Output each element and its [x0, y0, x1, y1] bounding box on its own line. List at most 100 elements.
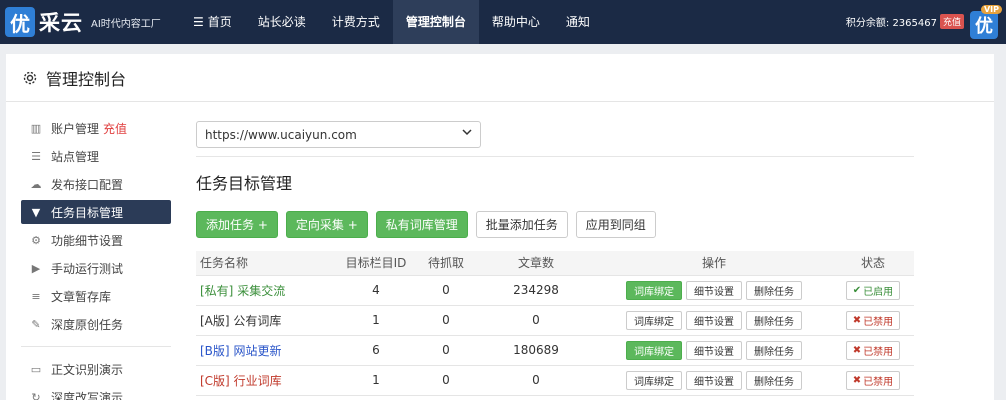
nav-item-0[interactable]: ☰ 首页	[180, 0, 245, 44]
sidebar-divider	[21, 346, 171, 347]
top-navbar: 优 采云 AI时代内容工厂 ☰ 首页 站长必读 计费方式 管理控制台 帮助中心 通知 积分余…	[0, 0, 1006, 44]
nav-label: 帮助中心	[491, 15, 540, 29]
close-icon: ✖	[852, 344, 862, 356]
sidebar-item-5[interactable]: ▶ 手动运行测试	[21, 256, 171, 280]
database-icon: ≡	[31, 289, 41, 303]
private-lexicon-button[interactable]: 私有词库管理	[375, 211, 468, 238]
apply-group-button[interactable]: 应用到同组	[575, 211, 656, 238]
nav-item-1[interactable]: 站长必读	[245, 0, 319, 44]
pending-cell: 0	[416, 335, 476, 366]
sidebar-item-0[interactable]: ▥ 账户管理 充值	[21, 116, 171, 140]
status-cell: ✖ 已禁用	[832, 335, 914, 366]
check-icon: ✔	[852, 284, 862, 296]
table-row: [私有] 采集交流 4 0 234298 词库绑定 细节设置 删除任务 ✔ 已启用	[196, 275, 914, 306]
sidebar-item-label: 正文识别演示	[51, 362, 124, 377]
close-icon: ✖	[852, 374, 862, 386]
filter-icon: ▼	[31, 205, 41, 219]
status-cell: ✖ 已禁用	[832, 305, 914, 336]
play-icon: ▶	[31, 261, 41, 275]
status-toggle[interactable]: ✖ 已禁用	[845, 370, 901, 390]
task-table: 任务名称 目标栏目ID 待抓取 文章数 操作 状态 [私有] 采集交流 4 0 234…	[196, 251, 914, 396]
column-id-cell: 1	[336, 305, 416, 336]
status-toggle[interactable]: ✖ 已禁用	[845, 340, 901, 360]
nav-item-3[interactable]: 管理控制台	[392, 0, 479, 44]
status-toggle[interactable]: ✖ 已禁用	[845, 310, 901, 330]
nav-label: 管理控制台	[405, 15, 466, 29]
ops-cell: 词库绑定 细节设置 删除任务	[596, 305, 832, 336]
sidebar-item-3[interactable]: ▼ 任务目标管理	[21, 200, 171, 224]
directed-collect-button[interactable]: 定向采集 +	[285, 211, 368, 238]
sidebar-item-label: 深度改写演示	[51, 390, 124, 400]
cogs-icon: ⚙	[31, 233, 41, 247]
status-toggle[interactable]: ✔ 已启用	[845, 280, 901, 300]
detail-settings-button[interactable]: 细节设置	[686, 340, 742, 360]
sidebar-item-1[interactable]: ☰ 站点管理	[21, 144, 171, 168]
panel-header: 管理控制台	[6, 54, 994, 102]
nav-label: 首页	[207, 15, 232, 29]
sidebar-item-6[interactable]: ≡ 文章暂存库	[21, 284, 171, 308]
nav-item-2[interactable]: 计费方式	[319, 0, 393, 44]
lexicon-bind-button[interactable]: 词库绑定	[626, 280, 682, 300]
detail-settings-button[interactable]: 细节设置	[686, 280, 742, 300]
points-text: 积分余额: 2365467	[845, 18, 937, 29]
list-icon: ☰	[31, 149, 41, 163]
gear-icon	[22, 70, 38, 86]
lexicon-bind-button[interactable]: 词库绑定	[626, 370, 682, 390]
ops-group: 词库绑定 细节设置 删除任务	[596, 340, 832, 360]
main-panel: 管理控制台 ▥ 账户管理 充值 ☰ 站点管理 ☁ 发布接口配置 ▼ 任务目标管理 ⚙ 功能细节设置 ▶…	[6, 54, 994, 400]
lexicon-bind-button[interactable]: 词库绑定	[626, 340, 682, 360]
refresh-icon: ↻	[31, 390, 41, 400]
sidebar-item-label: 发布接口配置	[51, 177, 124, 192]
sidebar-item-4[interactable]: ⚙ 功能细节设置	[21, 228, 171, 252]
chevron-down-icon	[462, 127, 472, 140]
recharge-link[interactable]: 充值	[939, 14, 964, 29]
task-name: 公有词库	[233, 313, 282, 328]
articles-cell: 234298	[476, 275, 596, 306]
detail-settings-button[interactable]: 细节设置	[686, 370, 742, 390]
cloud-upload-icon: ☁	[30, 177, 42, 191]
task-name-link[interactable]: [B版] 网站更新	[200, 344, 281, 358]
status-cell: ✔ 已启用	[832, 275, 914, 306]
delete-task-button[interactable]: 删除任务	[746, 370, 802, 390]
batch-add-button[interactable]: 批量添加任务	[475, 211, 568, 238]
vip-badge: VIP	[980, 5, 1002, 14]
delete-task-button[interactable]: 删除任务	[746, 340, 802, 360]
delete-task-button[interactable]: 删除任务	[746, 280, 802, 300]
status-label: 已启用	[863, 286, 894, 298]
task-name-cell: [B版] 网站更新	[196, 335, 336, 366]
add-task-button[interactable]: 添加任务 +	[196, 211, 278, 238]
table-row: [B版] 网站更新 6 0 180689 词库绑定 细节设置 删除任务 ✖ 已禁用	[196, 335, 914, 366]
sidebar-item-7[interactable]: ✎ 深度原创任务	[21, 312, 171, 336]
table-header-row: 任务名称 目标栏目ID 待抓取 文章数 操作 状态	[196, 251, 914, 276]
col-header-articles: 文章数	[476, 251, 596, 276]
logo-subtitle: AI时代内容工厂	[91, 18, 161, 30]
site-select[interactable]: https://www.ucaiyun.com	[196, 121, 481, 148]
sidebar-item-label: 账户管理	[51, 121, 100, 136]
edit-icon: ✎	[31, 317, 41, 331]
nav-item-4[interactable]: 帮助中心	[479, 0, 553, 44]
task-name-cell: [C版] 行业词库	[196, 365, 336, 396]
sidebar-item-8[interactable]: ▭ 正文识别演示	[21, 357, 171, 381]
task-name-link[interactable]: [A版] 公有词库	[200, 314, 281, 328]
site-select-value: https://www.ucaiyun.com	[205, 127, 357, 142]
nav-label: 站长必读	[257, 15, 306, 29]
task-name-link[interactable]: [私有] 采集交流	[200, 284, 285, 298]
column-id-cell: 1	[336, 365, 416, 396]
site-logo[interactable]: 优 采云 AI时代内容工厂	[5, 5, 161, 39]
task-prefix: [私有]	[200, 283, 234, 298]
detail-settings-button[interactable]: 细节设置	[686, 310, 742, 330]
task-name: 网站更新	[233, 343, 282, 358]
user-avatar[interactable]: 优 VIP	[970, 5, 1002, 39]
sidebar-item-label: 手动运行测试	[51, 261, 124, 276]
recharge-link[interactable]: 充值	[103, 120, 127, 137]
nav-item-5[interactable]: 通知	[553, 0, 603, 44]
lexicon-bind-button[interactable]: 词库绑定	[626, 310, 682, 330]
column-id-cell: 6	[336, 335, 416, 366]
sidebar-item-2[interactable]: ☁ 发布接口配置	[21, 172, 171, 196]
column-id-cell: 4	[336, 275, 416, 306]
avatar-image: 优	[970, 11, 998, 39]
delete-task-button[interactable]: 删除任务	[746, 310, 802, 330]
sidebar: ▥ 账户管理 充值 ☰ 站点管理 ☁ 发布接口配置 ▼ 任务目标管理 ⚙ 功能细节设置 ▶ 手动运行测试…	[21, 116, 171, 400]
task-name-link[interactable]: [C版] 行业词库	[200, 374, 282, 388]
sidebar-item-9[interactable]: ↻ 深度改写演示	[21, 385, 171, 400]
